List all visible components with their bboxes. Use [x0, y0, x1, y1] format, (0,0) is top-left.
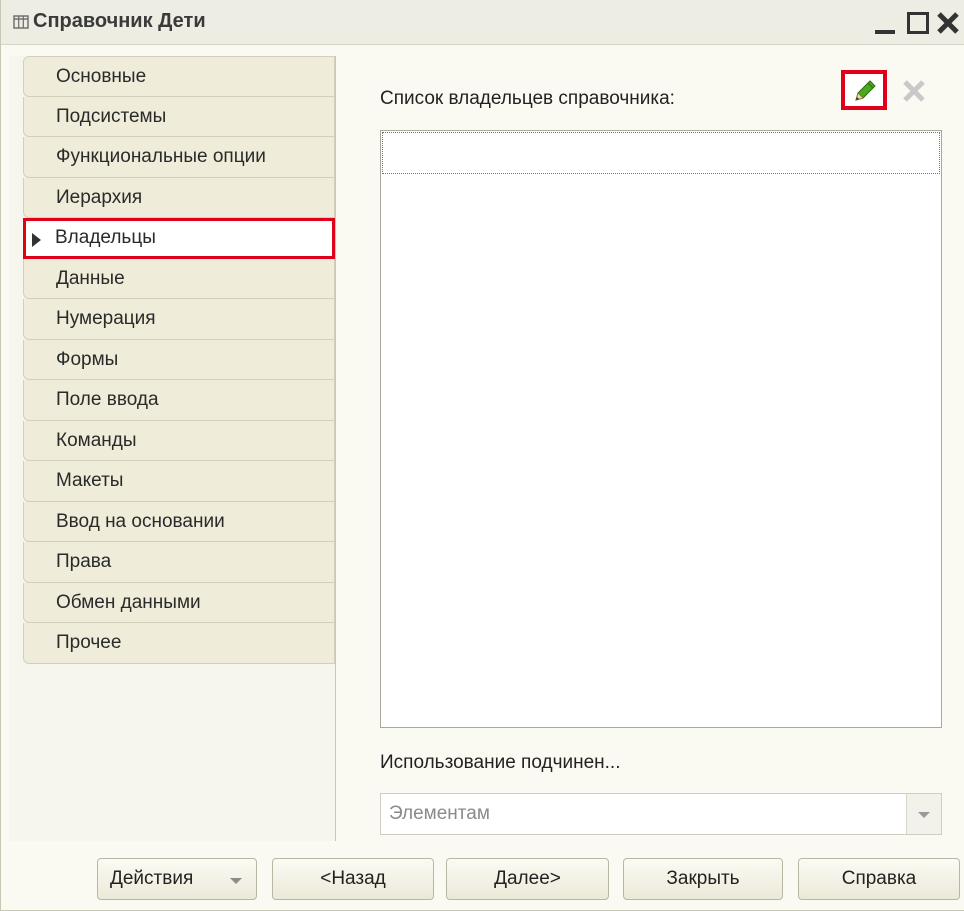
table-icon	[13, 15, 29, 29]
nav-item-label: Владельцы	[55, 227, 156, 248]
nav-item-podsistemy[interactable]: Подсистемы	[23, 96, 335, 137]
nav-item-prava[interactable]: Права	[23, 542, 335, 583]
nav-item-vladeltsy[interactable]: Владельцы	[23, 218, 335, 259]
nav-item-label: Права	[56, 551, 112, 572]
catalog-editor-window: Справочник Дети Основные Подсистемы Функ…	[0, 0, 964, 911]
help-button[interactable]: Справка	[798, 858, 960, 900]
nav-item-label: Функциональные опции	[56, 146, 266, 167]
nav-item-makety[interactable]: Макеты	[23, 461, 335, 502]
list-item-empty[interactable]	[382, 132, 940, 174]
nav-item-prochee[interactable]: Прочее	[23, 623, 335, 664]
close-x-icon	[903, 80, 925, 102]
maximize-button[interactable]	[903, 6, 935, 38]
nav-item-label: Поле ввода	[56, 389, 159, 410]
nav-item-label: Данные	[56, 267, 125, 289]
actions-button-label: Действия	[110, 868, 194, 889]
nav-item-obmen-dannymi[interactable]: Обмен данными	[23, 582, 335, 623]
delete-owner-button[interactable]	[901, 78, 927, 104]
pencil-icon	[855, 80, 876, 101]
owners-list[interactable]	[380, 130, 942, 728]
minimize-icon	[875, 30, 895, 34]
nav-item-label: Подсистемы	[56, 105, 167, 127]
chevron-down-icon	[230, 878, 242, 884]
subordination-select[interactable]: Элементам	[380, 793, 942, 835]
nav-item-label: Команды	[56, 429, 137, 451]
nav-item-pole-vvoda[interactable]: Поле ввода	[23, 380, 335, 421]
nav-item-formy[interactable]: Формы	[23, 339, 335, 380]
owners-list-label: Список владельцев справочника:	[380, 88, 675, 109]
nav-item-label: Обмен данными	[56, 591, 201, 613]
actions-button[interactable]: Действия	[97, 858, 257, 900]
nav-item-label: Нумерация	[56, 308, 156, 329]
window-title: Справочник Дети	[33, 10, 206, 32]
nav-item-osnovnye[interactable]: Основные	[23, 56, 335, 97]
subordination-label: Использование подчинен...	[380, 752, 621, 773]
nav-item-ierarkhiya[interactable]: Иерархия	[23, 177, 335, 218]
nav-item-komandy[interactable]: Команды	[23, 420, 335, 461]
nav-item-funktsionalnye-optsii[interactable]: Функциональные опции	[23, 137, 335, 178]
nav-item-label: Основные	[56, 66, 147, 87]
edit-owners-button[interactable]	[841, 70, 887, 110]
nav-item-label: Формы	[56, 348, 119, 370]
current-section-arrow-icon	[32, 233, 41, 247]
nav-item-numeratsiya[interactable]: Нумерация	[23, 299, 335, 340]
chevron-down-icon	[918, 812, 930, 818]
close-button[interactable]: Закрыть	[623, 858, 783, 900]
nav-item-dannye[interactable]: Данные	[23, 258, 335, 299]
close-window-button[interactable]	[935, 6, 964, 38]
nav-item-vvod-na-osnovanii[interactable]: Ввод на основании	[23, 501, 335, 542]
nav-item-label: Ввод на основании	[56, 510, 225, 532]
subordination-value: Элементам	[389, 803, 490, 824]
maximize-icon	[907, 12, 929, 34]
dropdown-button[interactable]	[906, 794, 941, 834]
minimize-button[interactable]	[871, 6, 903, 38]
sections-panel: Основные Подсистемы Функциональные опции…	[9, 56, 336, 841]
nav-item-label: Макеты	[56, 470, 124, 491]
back-button[interactable]: <Назад	[272, 858, 434, 900]
sections-list: Основные Подсистемы Функциональные опции…	[23, 56, 335, 664]
nav-item-label: Иерархия	[56, 186, 143, 208]
next-button[interactable]: Далее>	[446, 858, 609, 900]
nav-item-label: Прочее	[56, 632, 122, 653]
close-icon	[937, 12, 959, 34]
title-bar: Справочник Дети	[1, 0, 964, 45]
